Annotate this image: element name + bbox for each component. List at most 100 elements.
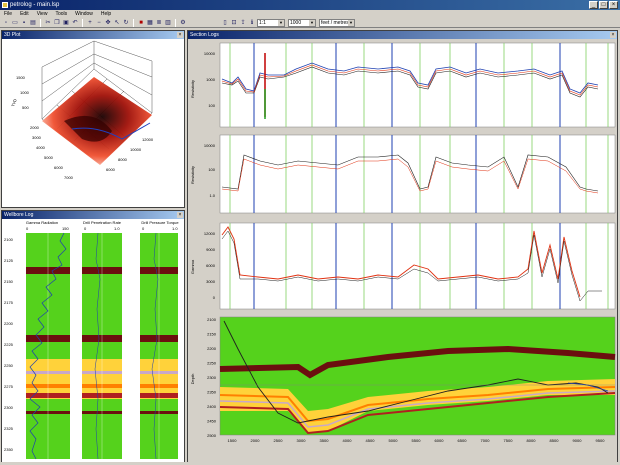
grid-icon[interactable]: ▦ [146,18,154,27]
menu-bar: File Edit View Tools Window Help [0,10,620,18]
svg-text:500: 500 [22,105,29,110]
zoom-out-icon[interactable]: − [95,18,103,27]
track3-tick: 3000 [206,279,216,284]
track-scale-min: 0 [26,226,29,231]
new-icon[interactable]: ▫ [2,18,10,27]
section-logs-plot[interactable]: 10000 1000 100 10000 100 1.0 12000 9000 … [188,39,617,463]
export-icon[interactable]: ⇪ [239,18,247,27]
cut-icon[interactable]: ✂ [44,18,52,27]
pan-icon[interactable]: ✥ [104,18,112,27]
track3-tick: 12000 [204,231,216,236]
range-combo-value: 1000 [290,19,302,26]
close-button[interactable]: × [609,1,618,9]
chevron-down-icon[interactable]: ▼ [309,19,315,26]
track2-ylabel: Resistivity [190,166,195,184]
scale-combo[interactable]: 1:1 ▼ [257,18,285,27]
depth-label: 2200 [4,321,14,326]
track1-tick: 100 [208,103,215,108]
track-scale-min: 0 [142,226,145,231]
close-icon[interactable]: × [610,32,616,38]
track-scale-max: 1.0 [172,226,178,231]
svg-text:5000: 5000 [44,155,54,160]
section-x-tick: 9000 [573,438,583,443]
menu-file[interactable]: File [3,10,13,18]
depth-label: 2125 [4,258,14,263]
depth-label: 2175 [4,300,14,305]
track3-tick: 0 [213,295,216,300]
depth-axis: 2100 2125 2150 2175 2200 2225 2250 2275 2300 2325… [4,237,14,452]
copy-icon[interactable]: ❐ [53,18,61,27]
range-combo[interactable]: 1000 ▼ [288,18,316,27]
section-y-tick: 2500 [207,433,217,438]
settings-icon[interactable]: ⚙ [179,18,187,27]
section-y-tick: 2400 [207,404,217,409]
minimize-button[interactable]: _ [589,1,598,9]
chevron-down-icon[interactable]: ▼ [278,19,284,26]
align-icon[interactable]: ▯ [221,18,229,27]
section-x-tick: 3500 [320,438,330,443]
wellbore-log-plot[interactable]: Gamma Radiation Drill Penetration Rate D… [2,219,184,463]
svg-text:6000: 6000 [106,167,116,172]
zoom-in-icon[interactable]: + [86,18,94,27]
save-icon[interactable]: ▪ [20,18,28,27]
menu-tools[interactable]: Tools [54,10,68,18]
surface-panel-titlebar: 3D Plot × [2,31,184,39]
scale-combo-value: 1:1 [259,19,266,26]
section-x-tick: 2000 [251,438,261,443]
paste-icon[interactable]: ▣ [62,18,70,27]
track-header-torque: Drill Pressure Torque [141,220,179,225]
close-icon[interactable]: × [177,212,183,218]
surface-z-axis-label: TVD [10,98,17,107]
menu-window[interactable]: Window [74,10,94,18]
info-icon[interactable]: ℹ [248,18,256,27]
menu-view[interactable]: View [36,10,49,18]
svg-text:3000: 3000 [32,135,42,140]
track-scale-max: 1.0 [114,226,120,231]
stop-icon[interactable]: ■ [137,18,145,27]
open-icon[interactable]: ▭ [11,18,19,27]
print-icon[interactable]: ▤ [29,18,37,27]
close-icon[interactable]: × [177,32,183,38]
track-header-gamma: Gamma Radiation [26,220,58,225]
depth-label: 2275 [4,384,14,389]
depth-label: 2300 [4,405,14,410]
svg-text:1000: 1000 [20,90,30,95]
track3-tick: 9000 [206,247,216,252]
section-x-tick: 6500 [458,438,468,443]
maximize-button[interactable]: □ [599,1,608,9]
layers-icon[interactable]: ≣ [155,18,163,27]
menu-help[interactable]: Help [100,10,112,18]
section-x-tick: 8000 [527,438,537,443]
toolbar: ▫ ▭ ▪ ▤ ✂ ❐ ▣ ↶ + − ✥ ↖ ↻ ■ ▦ ≣ ▥ ⚙ ▯ ⊡ … [0,18,620,28]
depth-label: 2250 [4,363,14,368]
cross-section-track [219,316,616,436]
track2-tick: 10000 [204,143,216,148]
chevron-down-icon[interactable]: ▼ [348,19,354,26]
undo-icon[interactable]: ↶ [71,18,79,27]
refresh-icon[interactable]: ↻ [122,18,130,27]
track-scale-max: 150 [62,226,69,231]
log-track-1 [219,42,616,128]
section-x-tick: 2500 [274,438,284,443]
svg-text:7000: 7000 [64,175,74,180]
svg-text:8000: 8000 [118,157,128,162]
units-combo[interactable]: feet / metres ▼ [319,18,355,27]
toolbar-separator [133,18,134,27]
section-x-tick: 4000 [343,438,353,443]
section-x-tick: 9500 [596,438,606,443]
depth-label: 2150 [4,279,14,284]
wellbore-panel-title: Wellbore Log [4,212,34,218]
track1-tick: 10000 [204,51,216,56]
surface-plot[interactable]: 200030004000 500060007000 60008000100001… [2,39,184,207]
section-x-tick: 5500 [412,438,422,443]
chart-icon[interactable]: ▥ [164,18,172,27]
window-title: petrolog - main.lsp [10,2,60,8]
measure-icon[interactable]: ⊡ [230,18,238,27]
depth-label: 2100 [4,237,14,242]
section-x-tick: 5000 [389,438,399,443]
section-x-tick: 4500 [366,438,376,443]
log-track-2 [219,134,616,214]
track1-tick: 1000 [206,77,216,82]
select-icon[interactable]: ↖ [113,18,121,27]
menu-edit[interactable]: Edit [19,10,30,18]
